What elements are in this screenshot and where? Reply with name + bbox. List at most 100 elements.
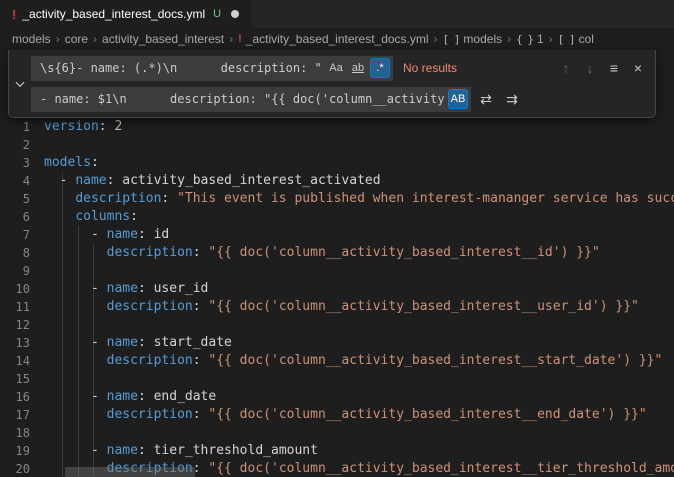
code-line-text [44,262,674,280]
code-line-10[interactable]: 10 - name: user_id [0,280,674,298]
line-number: 3 [0,154,44,172]
match-case-toggle[interactable]: Aa [326,58,346,78]
line-number: 9 [0,262,44,280]
line-number: 19 [0,442,44,460]
breadcrumb-separator: › [56,32,60,46]
code-line-15[interactable]: 15 [0,370,674,388]
code-line-text: description: "This event is published wh… [44,190,674,208]
code-line-text: description: "{{ doc('column__activity_b… [44,244,674,262]
breadcrumb-label: activity_based_interest [102,32,224,46]
code-line-19[interactable]: 19 - name: tier_threshold_amount [0,442,674,460]
breadcrumb-item-core[interactable]: core [65,32,88,46]
preserve-case-toggle[interactable]: AB [448,89,468,109]
code-line-text: models: [44,154,674,172]
code-line-text: - name: user_id [44,280,674,298]
tab-activity-based-interest-docs[interactable]: ! _activity_based_interest_docs.yml U [0,0,252,28]
code-line-16[interactable]: 16 - name: end_date [0,388,674,406]
code-area[interactable]: 1version: 223models:4 - name: activity_b… [0,118,674,477]
git-status-badge: U [213,8,221,20]
replace-all-button[interactable]: ⇉ [501,88,523,110]
code-line-text: - name: end_date [44,388,674,406]
breadcrumb-item-models[interactable]: models [12,32,51,46]
line-number: 6 [0,208,44,226]
replace-button[interactable]: ⇄ [475,88,497,110]
line-number: 4 [0,172,44,190]
code-line-3[interactable]: 3models: [0,154,674,172]
replace-input[interactable] [38,91,446,107]
breadcrumb-label: 1 [537,32,544,46]
breadcrumb-separator: › [549,32,553,46]
horizontal-scrollbar-thumb[interactable] [65,467,195,477]
code-line-5[interactable]: 5 description: "This event is published … [0,190,674,208]
code-line-18[interactable]: 18 [0,424,674,442]
tab-bar: ! _activity_based_interest_docs.yml U [0,0,674,28]
code-line-14[interactable]: 14 description: "{{ doc('column__activit… [0,352,674,370]
code-line-11[interactable]: 11 description: "{{ doc('column__activit… [0,298,674,316]
breadcrumb-separator: › [434,32,438,46]
breadcrumb-item-col[interactable]: [ ]col [558,32,594,46]
code-line-6[interactable]: 6 columns: [0,208,674,226]
line-number: 11 [0,298,44,316]
breadcrumb-separator: › [229,32,233,46]
breadcrumb-item-_activity_based_interest_docs.yml[interactable]: !_activity_based_interest_docs.yml [238,32,428,46]
code-line-text: description: "{{ doc('column__activity_b… [44,298,674,316]
symbol-object-icon: { } [516,33,533,46]
breadcrumb-item-models[interactable]: [ ]models [443,32,503,46]
regex-toggle[interactable]: .* [370,58,390,78]
code-line-text: description: "{{ doc('column__activity_b… [44,406,674,424]
code-line-8[interactable]: 8 description: "{{ doc('column__activity… [0,244,674,262]
code-line-13[interactable]: 13 - name: start_date [0,334,674,352]
replace-row: AB ⇄ ⇉ [31,86,649,112]
line-number: 14 [0,352,44,370]
line-number: 10 [0,280,44,298]
line-number: 18 [0,424,44,442]
code-line-text: columns: [44,208,674,226]
code-line-text: - name: tier_threshold_amount [44,442,674,460]
line-number: 12 [0,316,44,334]
close-find-button[interactable]: × [627,57,649,79]
breadcrumb-label: _activity_based_interest_docs.yml [246,32,429,46]
line-number: 17 [0,406,44,424]
find-results-count: No results [403,61,457,75]
breadcrumb-label: models [463,32,502,46]
line-number: 13 [0,334,44,352]
next-match-button[interactable]: ↓ [579,57,601,79]
toggle-replace-button[interactable] [9,50,31,117]
find-replace-widget: Aa ab .* No results ↑ ↓ ≡ × AB ⇄ ⇉ [8,50,656,118]
breadcrumb: models › core › activity_based_interest › !_ac… [0,28,674,50]
find-row: Aa ab .* No results ↑ ↓ ≡ × [31,55,649,81]
code-line-2[interactable]: 2 [0,136,674,154]
horizontal-scrollbar[interactable] [0,467,674,477]
code-line-1[interactable]: 1version: 2 [0,118,674,136]
code-line-text: - name: start_date [44,334,674,352]
breadcrumb-separator: › [507,32,511,46]
whole-word-toggle[interactable]: ab [348,58,368,78]
dirty-indicator-icon[interactable] [231,10,239,18]
code-line-17[interactable]: 17 description: "{{ doc('column__activit… [0,406,674,424]
breadcrumb-item-1[interactable]: { } 1 [516,32,544,46]
line-number: 7 [0,226,44,244]
line-number: 1 [0,118,44,136]
chevron-down-icon [14,78,26,90]
code-line-4[interactable]: 4 - name: activity_based_interest_activa… [0,172,674,190]
line-number: 8 [0,244,44,262]
find-actions: ↑ ↓ ≡ × [555,57,649,79]
code-line-12[interactable]: 12 [0,316,674,334]
line-number: 2 [0,136,44,154]
breadcrumb-separator: › [93,32,97,46]
previous-match-button[interactable]: ↑ [555,57,577,79]
find-input[interactable] [38,60,324,76]
find-input-box: Aa ab .* [31,56,393,81]
find-in-selection-button[interactable]: ≡ [603,57,625,79]
breadcrumb-label: col [579,32,594,46]
line-number: 15 [0,370,44,388]
breadcrumb-item-activity_based_interest[interactable]: activity_based_interest [102,32,224,46]
code-line-7[interactable]: 7 - name: id [0,226,674,244]
code-line-text [44,370,674,388]
symbol-array-icon: [ ] [443,33,460,46]
code-line-text: - name: activity_based_interest_activate… [44,172,674,190]
line-number: 5 [0,190,44,208]
code-line-9[interactable]: 9 [0,262,674,280]
code-line-text: - name: id [44,226,674,244]
code-line-text [44,424,674,442]
